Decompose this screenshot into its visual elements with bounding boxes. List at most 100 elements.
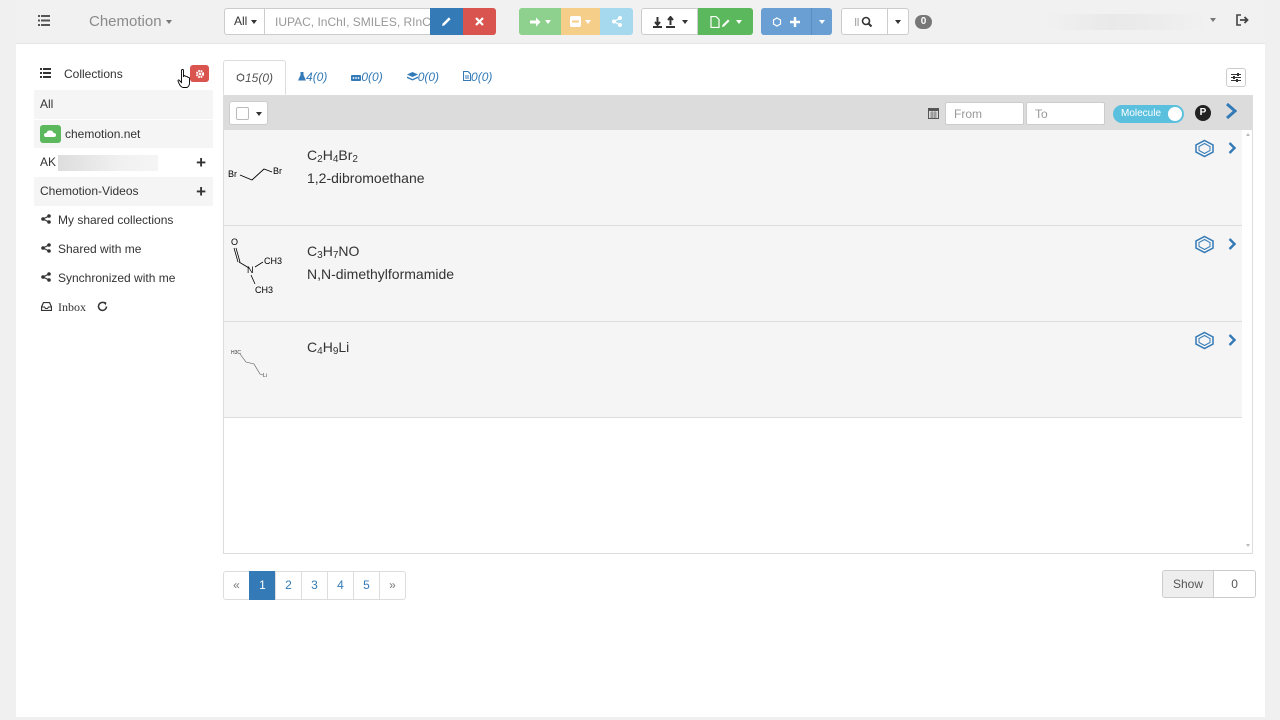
molecule-list: Br Br C2H4Br2 1,2-dibromoethane O N CH3	[224, 130, 1242, 418]
create-element-button[interactable]	[761, 8, 811, 35]
tab-samples[interactable]: 15(0)	[223, 60, 287, 95]
select-all-dropdown[interactable]	[229, 101, 268, 125]
product-only-toggle[interactable]: P	[1195, 105, 1211, 121]
user-menu[interactable]	[1046, 14, 1206, 30]
element-list-panel: Molecule P Br Br C2H4Br2 1,2-dibromoetha…	[223, 95, 1253, 554]
molecule-icon[interactable]	[1194, 331, 1215, 350]
date-from-input[interactable]	[945, 102, 1024, 125]
gear-icon	[195, 69, 204, 78]
shared-label: Shared with me	[58, 242, 142, 256]
research-plan-icon	[462, 70, 472, 82]
atom-label: Li	[263, 373, 267, 379]
molecule-row[interactable]: H3C Li C4H9Li	[224, 322, 1242, 418]
molecule-group-toggle[interactable]: Molecule	[1113, 105, 1184, 123]
molecule-row[interactable]: O N CH3 CH3 C3H7NO N,N-dimethylformamide	[224, 226, 1242, 322]
collection-ak[interactable]: AK +	[34, 148, 213, 177]
list-icon[interactable]	[40, 68, 51, 78]
inbox[interactable]: Inbox	[34, 293, 213, 322]
collection-label: chemotion.net	[65, 127, 141, 141]
search-dropdown-button[interactable]	[888, 8, 909, 35]
atom-label: N	[247, 265, 254, 275]
chevron-down-icon[interactable]	[1210, 18, 1216, 22]
search-scope-select[interactable]: All	[224, 8, 265, 35]
arrow-right-icon	[529, 17, 540, 26]
calendar-icon[interactable]	[928, 107, 939, 119]
collection-chemotion-videos[interactable]: Chemotion-Videos +	[34, 177, 213, 206]
create-group	[761, 8, 832, 35]
share-button-group	[600, 8, 633, 35]
clear-search-button[interactable]	[463, 8, 496, 35]
tab-research-plans[interactable]: 0(0)	[451, 60, 504, 95]
molecule-icon[interactable]	[1194, 235, 1215, 254]
molecule-structure-image: H3C Li	[231, 350, 267, 379]
remove-button[interactable]	[561, 8, 600, 35]
page-button[interactable]: 2	[275, 571, 302, 600]
page-size-input[interactable]: 0	[1214, 570, 1257, 598]
list-toolbar: Molecule P	[224, 96, 1252, 130]
chevron-down-icon	[256, 112, 262, 116]
import-export-group	[641, 8, 698, 35]
share-icon	[611, 16, 622, 27]
plus-icon[interactable]: +	[196, 148, 206, 177]
collections-title[interactable]: Collections	[64, 67, 123, 81]
cloud-icon	[40, 124, 61, 143]
molecule-formula: C3H7NO	[307, 243, 359, 261]
reaction-icon	[298, 72, 307, 81]
page-button[interactable]: 4	[327, 571, 354, 600]
list-scrollbar[interactable]	[1244, 130, 1252, 550]
select-all-checkbox[interactable]	[236, 107, 249, 120]
sign-out-icon[interactable]	[1236, 14, 1250, 28]
page-prev-button[interactable]: «	[223, 571, 250, 600]
structure-editor-button[interactable]	[430, 8, 463, 35]
notification-badge[interactable]: 0	[915, 15, 932, 29]
list-settings-button[interactable]	[1226, 68, 1246, 87]
molecule-icon[interactable]	[1194, 139, 1215, 158]
toggle-knob	[1168, 107, 1182, 121]
formula-part: H	[322, 339, 333, 355]
collection-label: Chemotion-Videos	[40, 184, 139, 198]
remove-button-group	[561, 8, 600, 35]
menu-icon[interactable]	[38, 14, 52, 28]
report-button[interactable]	[698, 8, 753, 35]
synchronized-with-me[interactable]: Synchronized with me	[34, 264, 213, 293]
formula-part: C	[307, 147, 318, 163]
page-button[interactable]: 3	[301, 571, 328, 600]
page-button[interactable]: 1	[249, 571, 276, 600]
file-pencil-icon	[709, 15, 729, 28]
shared-label: My shared collections	[58, 213, 174, 227]
chevron-right-icon[interactable]	[1228, 238, 1236, 250]
tab-label: 0(0)	[417, 70, 440, 84]
search-input[interactable]	[265, 8, 431, 35]
tab-screens[interactable]: 0(0)	[395, 60, 451, 95]
atom-label: Br	[228, 169, 237, 179]
shared-with-me[interactable]: Shared with me	[34, 235, 213, 264]
move-button[interactable]	[519, 8, 561, 35]
molecule-row[interactable]: Br Br C2H4Br2 1,2-dibromoethane	[224, 130, 1242, 226]
page-next-button[interactable]: »	[379, 571, 406, 600]
tab-reactions[interactable]: 4(0)	[286, 60, 339, 95]
redacted-name	[58, 154, 159, 171]
date-to-input[interactable]	[1026, 102, 1105, 125]
brand-dropdown[interactable]: Chemotion	[89, 13, 172, 30]
pagination: «1 2 3 4 5»	[223, 571, 406, 600]
collection-settings-button[interactable]	[190, 65, 209, 82]
tab-label: 0(0)	[471, 70, 493, 84]
move-button-group	[519, 8, 561, 35]
my-shared-collections[interactable]: My shared collections	[34, 206, 213, 235]
collection-chemotion-net[interactable]: chemotion.net	[34, 119, 213, 148]
collection-all[interactable]: All	[34, 90, 213, 119]
advanced-search-button[interactable]	[841, 8, 888, 35]
share-icon	[41, 214, 51, 224]
chevron-right-icon[interactable]	[1228, 142, 1236, 154]
page-button[interactable]: 5	[353, 571, 380, 600]
formula-part: C	[307, 339, 318, 355]
chevron-right-icon[interactable]	[1228, 334, 1236, 346]
chevron-right-icon[interactable]	[1225, 103, 1237, 119]
import-export-button[interactable]	[641, 8, 698, 35]
create-dropdown-button[interactable]	[811, 8, 832, 35]
plus-icon[interactable]: +	[196, 177, 206, 206]
tab-wellplates[interactable]: 0(0)	[339, 60, 394, 95]
refresh-icon[interactable]	[97, 301, 108, 312]
inbox-label: Inbox	[58, 300, 86, 314]
share-button[interactable]	[600, 8, 633, 35]
